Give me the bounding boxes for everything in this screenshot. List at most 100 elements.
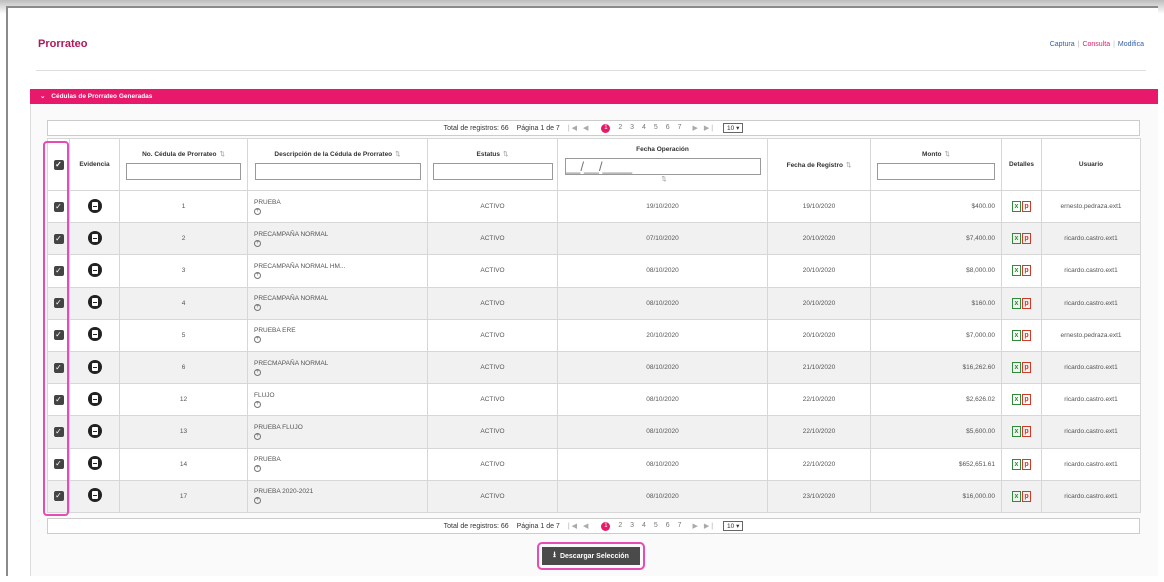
expand-plus-icon[interactable]: + <box>254 271 261 279</box>
sort-icon[interactable]: ⇅ <box>846 162 851 169</box>
document-icon[interactable] <box>87 359 102 374</box>
row-checkbox[interactable]: ✓ <box>53 265 64 276</box>
excel-file-icon[interactable]: x <box>1012 329 1021 341</box>
chevron-down-icon[interactable]: ⌄ <box>40 93 45 100</box>
expand-plus-icon[interactable]: + <box>254 432 261 440</box>
excel-file-icon[interactable]: x <box>1012 426 1021 438</box>
evidence-cell <box>69 447 120 481</box>
expand-plus-icon[interactable]: + <box>254 465 261 473</box>
expand-plus-icon[interactable]: + <box>254 368 261 376</box>
document-icon[interactable] <box>87 295 102 310</box>
expand-plus-icon[interactable]: + <box>254 497 261 505</box>
rows-per-page-select[interactable]: 10 ▾ <box>723 123 744 133</box>
panel-header[interactable]: ⌄ Cédulas de Prorrateo Generadas <box>30 89 1158 104</box>
row-checkbox[interactable]: ✓ <box>53 233 64 244</box>
sort-icon[interactable]: ⇅ <box>503 151 508 158</box>
pdf-file-icon[interactable]: p <box>1022 362 1031 374</box>
description-filter-input[interactable] <box>254 162 421 180</box>
pdf-file-icon[interactable]: p <box>1022 233 1031 245</box>
pager-page[interactable]: 2 <box>618 522 622 529</box>
pager-page[interactable]: 5 <box>654 124 658 131</box>
document-icon[interactable] <box>87 488 102 503</box>
pager-page[interactable]: 4 <box>642 124 646 131</box>
sort-icon[interactable]: ⇅ <box>661 176 666 183</box>
excel-file-icon[interactable]: x <box>1012 362 1021 374</box>
row-checkbox[interactable]: ✓ <box>53 459 64 470</box>
row-checkbox[interactable]: ✓ <box>53 298 64 309</box>
expand-plus-icon[interactable]: + <box>254 304 261 312</box>
evidence-cell <box>69 189 120 224</box>
document-icon[interactable] <box>87 327 102 342</box>
pager-first-prev-icon[interactable]: |◀ ◀ <box>568 124 591 132</box>
pager-page[interactable]: 6 <box>666 522 670 529</box>
select-all-checkbox[interactable]: ✓ <box>53 159 64 170</box>
pager-first-prev-icon[interactable]: |◀ ◀ <box>568 522 591 530</box>
status-cell: ACTIVO <box>427 447 558 481</box>
pager-next-last-icon[interactable]: ▶ ▶| <box>693 522 716 530</box>
description-cell: PRUEBA + <box>247 189 428 224</box>
status-filter-input[interactable] <box>432 162 553 180</box>
pdf-file-icon[interactable]: p <box>1022 394 1031 406</box>
status-cell: ACTIVO <box>427 318 558 352</box>
pdf-file-icon[interactable]: p <box>1022 201 1031 213</box>
pdf-file-icon[interactable]: p <box>1022 426 1031 438</box>
pager-page[interactable]: 5 <box>654 522 658 529</box>
col-status[interactable]: Estatus ⇅ <box>427 138 558 191</box>
download-selection-button[interactable]: ⭳ Descargar Selección <box>542 547 640 565</box>
pager-page[interactable]: 3 <box>630 522 634 529</box>
col-op-date[interactable]: Fecha Operación ⇅ <box>557 138 768 191</box>
row-checkbox[interactable]: ✓ <box>53 394 64 405</box>
expand-plus-icon[interactable]: + <box>254 400 261 408</box>
link-modifica[interactable]: Modifica <box>1118 41 1144 48</box>
pdf-file-icon[interactable]: p <box>1022 458 1031 470</box>
excel-file-icon[interactable]: x <box>1012 201 1021 213</box>
expand-plus-icon[interactable]: + <box>254 239 261 247</box>
excel-file-icon[interactable]: x <box>1012 490 1021 502</box>
pager-page[interactable]: 4 <box>642 522 646 529</box>
sort-icon[interactable]: ⇅ <box>219 151 224 158</box>
sort-icon[interactable]: ⇅ <box>945 151 950 158</box>
col-number[interactable]: No. Cédula de Prorrateo ⇅ <box>119 138 248 191</box>
pdf-file-icon[interactable]: p <box>1022 490 1031 502</box>
document-icon[interactable] <box>87 198 102 213</box>
pdf-file-icon[interactable]: p <box>1022 265 1031 277</box>
col-reg-date[interactable]: Fecha de Registro ⇅ <box>767 138 871 191</box>
pager-page[interactable]: 7 <box>678 522 682 529</box>
expand-plus-icon[interactable]: + <box>254 336 261 344</box>
excel-file-icon[interactable]: x <box>1012 394 1021 406</box>
pager-next-last-icon[interactable]: ▶ ▶| <box>693 124 716 132</box>
status-cell: ACTIVO <box>427 383 558 417</box>
document-icon[interactable] <box>87 230 102 245</box>
amount-filter-input[interactable] <box>877 162 995 180</box>
row-checkbox[interactable]: ✓ <box>53 491 64 502</box>
pdf-file-icon[interactable]: p <box>1022 329 1031 341</box>
link-consulta[interactable]: Consulta <box>1082 41 1110 48</box>
pager-page[interactable]: 7 <box>678 124 682 131</box>
document-icon[interactable] <box>87 262 102 277</box>
col-amount[interactable]: Monto ⇅ <box>870 138 1002 191</box>
excel-file-icon[interactable]: x <box>1012 458 1021 470</box>
excel-file-icon[interactable]: x <box>1012 233 1021 245</box>
row-checkbox[interactable]: ✓ <box>53 362 64 373</box>
document-icon[interactable] <box>87 456 102 471</box>
row-checkbox[interactable]: ✓ <box>53 201 64 212</box>
col-description[interactable]: Descripción de la Cédula de Prorrateo ⇅ <box>247 138 428 191</box>
rows-per-page-select[interactable]: 10 ▾ <box>723 521 744 531</box>
op-date-filter-input[interactable] <box>564 158 761 175</box>
expand-plus-icon[interactable]: + <box>254 207 261 215</box>
row-checkbox[interactable]: ✓ <box>53 426 64 437</box>
pager-page[interactable]: 3 <box>630 124 634 131</box>
pager-page[interactable]: 6 <box>666 124 670 131</box>
excel-file-icon[interactable]: x <box>1012 297 1021 309</box>
link-captura[interactable]: Captura <box>1050 41 1075 48</box>
document-icon[interactable] <box>87 391 102 406</box>
excel-file-icon[interactable]: x <box>1012 265 1021 277</box>
pdf-file-icon[interactable]: p <box>1022 297 1031 309</box>
document-icon[interactable] <box>87 423 102 438</box>
pager-current-page[interactable]: 1 <box>601 123 611 133</box>
sort-icon[interactable]: ⇅ <box>395 151 400 158</box>
pager-page[interactable]: 2 <box>618 124 622 131</box>
row-checkbox[interactable]: ✓ <box>53 330 64 341</box>
pager-current-page[interactable]: 1 <box>601 521 611 531</box>
number-filter-input[interactable] <box>126 162 241 180</box>
